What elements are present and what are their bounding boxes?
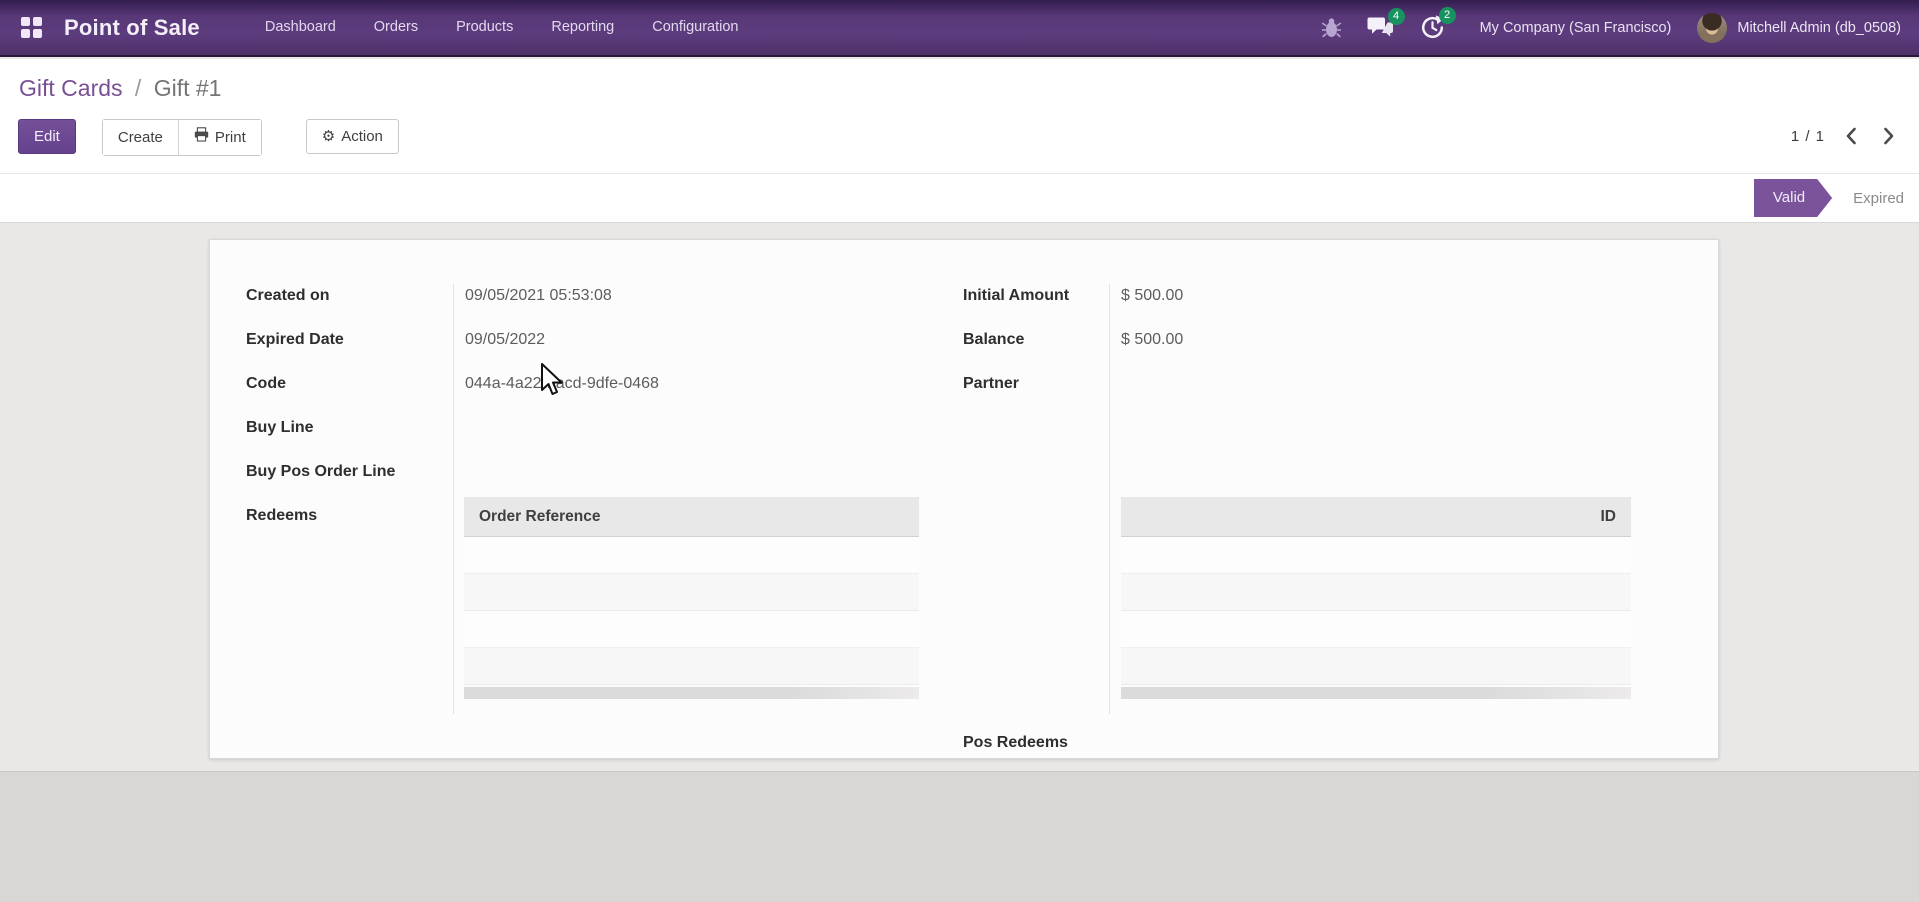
- messages-count-badge: 4: [1388, 8, 1405, 25]
- pager-next-button[interactable]: [1877, 123, 1901, 149]
- pos-redeems-list: ID: [1121, 497, 1631, 699]
- field-value: 09/05/2021 05:53:08: [453, 287, 612, 305]
- field-label: Code: [246, 375, 453, 393]
- empty-list-row: [464, 648, 919, 685]
- field-value: 09/05/2022: [453, 331, 545, 349]
- field-created-on: Created on 09/05/2021 05:53:08: [246, 274, 826, 318]
- menu-item-orders[interactable]: Orders: [355, 0, 437, 55]
- record-pager: 1 / 1: [1791, 123, 1901, 149]
- field-label: Buy Line: [246, 419, 453, 437]
- field-label: Redeems: [246, 507, 453, 525]
- app-menu: Dashboard Orders Products Reporting Conf…: [246, 0, 758, 55]
- list-footer-bar: [1121, 687, 1631, 699]
- empty-list-row: [464, 537, 919, 574]
- field-value: $ 500.00: [1109, 331, 1183, 349]
- mouse-cursor: [540, 363, 566, 404]
- apps-grid-icon[interactable]: [18, 15, 44, 41]
- status-valid-ribbon[interactable]: Valid: [1754, 179, 1832, 217]
- breadcrumb-separator: /: [135, 75, 141, 101]
- top-navbar: Point of Sale Dashboard Orders Products …: [0, 0, 1919, 57]
- gift-card-form-screen: Point of Sale Dashboard Orders Products …: [0, 0, 1919, 902]
- create-print-button-group: Create Print: [102, 119, 262, 156]
- edit-button[interactable]: Edit: [18, 119, 76, 154]
- user-avatar[interactable]: [1697, 13, 1727, 43]
- empty-list-row: [1121, 537, 1631, 574]
- activities-count-badge: 2: [1439, 7, 1456, 24]
- debug-bug-icon[interactable]: [1322, 17, 1341, 38]
- field-partner: Partner: [963, 362, 1523, 406]
- field-label: Partner: [963, 375, 1109, 393]
- printer-icon: [194, 121, 209, 154]
- breadcrumb-current-record: Gift #1: [154, 75, 222, 101]
- control-panel: Gift Cards / Gift #1 Edit Create Print: [0, 59, 1919, 173]
- form-button-row: Edit Create Print ⚙ Action: [18, 119, 399, 156]
- breadcrumb-gift-cards-link[interactable]: Gift Cards: [19, 75, 123, 101]
- menu-item-configuration[interactable]: Configuration: [633, 0, 757, 55]
- field-pos-redeems: Pos Redeems: [963, 734, 1068, 752]
- field-initial-amount: Initial Amount $ 500.00: [963, 274, 1523, 318]
- create-button[interactable]: Create: [103, 120, 178, 155]
- activities-clock-icon[interactable]: 2: [1420, 15, 1445, 40]
- field-label: Initial Amount: [963, 287, 1109, 305]
- action-button-label: Action: [341, 120, 383, 153]
- messages-chat-icon[interactable]: 4: [1367, 16, 1394, 39]
- status-expired-state[interactable]: Expired: [1853, 190, 1904, 207]
- user-menu[interactable]: Mitchell Admin (db_0508): [1737, 20, 1901, 36]
- field-code: Code 044a-4a22-bacd-9dfe-0468: [246, 362, 826, 406]
- field-buy-line: Buy Line: [246, 406, 826, 450]
- breadcrumb: Gift Cards / Gift #1: [19, 75, 221, 102]
- status-bar: Valid Expired: [0, 173, 1919, 223]
- menu-item-reporting[interactable]: Reporting: [532, 0, 633, 55]
- field-buy-pos-order-line: Buy Pos Order Line: [246, 450, 826, 494]
- print-button-label: Print: [215, 121, 246, 154]
- page-bottom-strip: [0, 771, 1919, 902]
- gear-icon: ⚙: [322, 120, 335, 153]
- field-expired-date: Expired Date 09/05/2022: [246, 318, 826, 362]
- empty-list-row: [1121, 648, 1631, 685]
- field-value: $ 500.00: [1109, 287, 1183, 305]
- redeems-column-header: Order Reference: [464, 497, 919, 537]
- empty-list-row: [1121, 611, 1631, 648]
- empty-list-row: [464, 611, 919, 648]
- empty-list-row: [464, 574, 919, 611]
- field-label: Created on: [246, 287, 453, 305]
- empty-list-row: [1121, 574, 1631, 611]
- menu-item-products[interactable]: Products: [437, 0, 532, 55]
- pager-value[interactable]: 1 / 1: [1791, 128, 1825, 145]
- menu-item-dashboard[interactable]: Dashboard: [246, 0, 355, 55]
- app-brand[interactable]: Point of Sale: [64, 15, 200, 41]
- pager-previous-button[interactable]: [1839, 123, 1863, 149]
- field-balance: Balance $ 500.00: [963, 318, 1523, 362]
- form-right-column: Initial Amount $ 500.00 Balance $ 500.00…: [963, 274, 1523, 406]
- field-label: Expired Date: [246, 331, 453, 349]
- action-button[interactable]: ⚙ Action: [306, 119, 399, 154]
- field-label: Pos Redeems: [963, 734, 1068, 752]
- company-switcher[interactable]: My Company (San Francisco): [1480, 20, 1672, 36]
- list-footer-bar: [464, 687, 919, 699]
- field-label: Buy Pos Order Line: [246, 463, 453, 481]
- form-sheet: Created on 09/05/2021 05:53:08 Expired D…: [209, 239, 1719, 759]
- redeems-list: Order Reference: [464, 497, 919, 699]
- pos-redeems-column-header: ID: [1121, 497, 1631, 537]
- print-button[interactable]: Print: [178, 120, 261, 155]
- field-label: Balance: [963, 331, 1109, 349]
